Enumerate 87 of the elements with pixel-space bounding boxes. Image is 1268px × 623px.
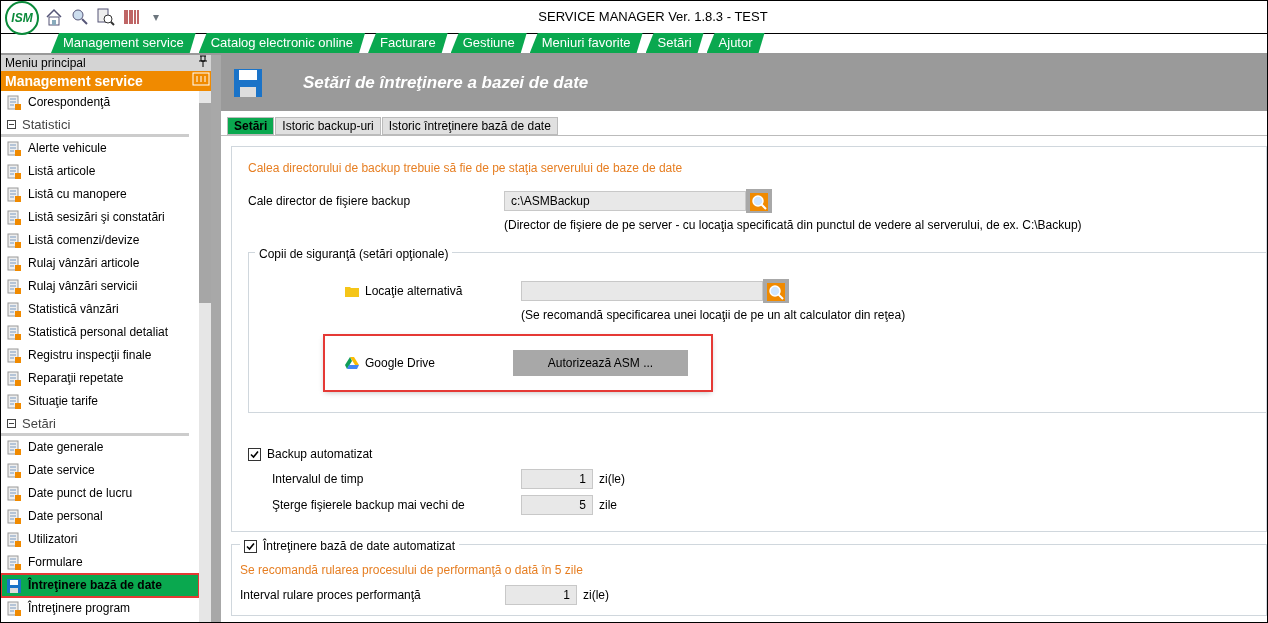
magnifier-icon <box>766 282 786 302</box>
checkbox-label: Backup automatizat <box>267 446 373 463</box>
sidebar-item[interactable]: Statistică vânzări <box>1 298 199 321</box>
section-label: Statistici <box>22 115 71 134</box>
folder-icon <box>345 285 359 297</box>
document-search-icon[interactable] <box>97 8 115 26</box>
logo: ISM <box>5 1 39 35</box>
sidebar-item[interactable]: Utilizatori <box>1 528 199 551</box>
checkbox-label: Întreţinere bază de date automatizat <box>263 537 456 555</box>
number-field[interactable]: 1 <box>505 585 577 605</box>
number-field[interactable]: 1 <box>521 469 593 489</box>
toolbar-overflow-button[interactable]: ▾ <box>153 8 159 26</box>
report-icon <box>6 600 22 617</box>
report-icon <box>6 232 22 249</box>
sidebar-item[interactable]: Rulaj vânzări servicii <box>1 275 199 298</box>
collapse-icon[interactable] <box>7 119 16 129</box>
warning-text: Calea directorului de backup trebuie să fie de pe staţia serverului de baze de date <box>248 160 684 177</box>
sidebar-item[interactable]: Listă comenzi/devize <box>1 229 199 252</box>
magnifier-icon <box>749 192 769 212</box>
report-icon <box>6 508 22 525</box>
menu-tile-icon <box>191 71 211 87</box>
panel-title: Meniu principal <box>5 55 86 71</box>
report-icon <box>6 439 22 456</box>
sidebar-item[interactable]: Situaţie tarife <box>1 390 199 413</box>
tab[interactable]: Istoric întreţinere bază de date <box>381 117 558 135</box>
text-field[interactable]: c:\ASMBackup <box>504 191 746 211</box>
sidebar-item[interactable]: Reparaţii repetate <box>1 367 199 390</box>
field-label: Locaţie alternativă <box>365 283 463 300</box>
sidebar-item[interactable]: Alerte vehicule <box>1 137 199 160</box>
sidebar-item[interactable]: Date punct de lucru <box>1 482 199 505</box>
sidebar-item[interactable]: Listă articole <box>1 160 199 183</box>
sidebar-item[interactable]: Întreţinere bază de date <box>1 574 199 597</box>
text-field[interactable] <box>521 281 763 301</box>
warning-text: Se recomandă rularea procesului de performanţă o dată în 5 zile <box>240 562 584 579</box>
report-icon <box>6 554 22 571</box>
scrollbar[interactable] <box>199 91 211 622</box>
checkbox[interactable] <box>244 539 257 553</box>
sidebar-item[interactable]: Statistică personal detaliat <box>1 321 199 344</box>
drive-icon <box>345 357 359 369</box>
sidebar-item[interactable]: Registru inspecţii finale <box>1 344 199 367</box>
report-icon <box>6 324 22 341</box>
report-icon <box>6 485 22 502</box>
unit-label: zi(le) <box>599 471 625 488</box>
window-title: SERVICE MANAGER Ver. 1.8.3 - TEST <box>537 8 769 27</box>
field-label: Intervalul de timp <box>272 471 365 488</box>
report-icon <box>6 531 22 548</box>
field-label: Cale director de fişiere backup <box>248 193 411 210</box>
report-icon <box>6 163 22 180</box>
number-field[interactable]: 5 <box>521 495 593 515</box>
sidebar-item[interactable]: Listă cu manopere <box>1 183 199 206</box>
page-title: Setări de întreţinere a bazei de date <box>303 72 589 95</box>
sidebar-item[interactable]: Întreţinere program <box>1 597 199 620</box>
hint-text: (Director de fişiere de pe server - cu locaţia specificată din punctul de vedere al serverului, de ex. C:\Backup) <box>504 217 1083 234</box>
pin-icon[interactable] <box>199 55 207 67</box>
report-icon <box>6 140 22 157</box>
report-icon <box>6 347 22 364</box>
report-icon <box>6 94 22 111</box>
tab[interactable]: Setări <box>227 117 275 135</box>
sidebar-item[interactable]: Formulare <box>1 551 199 574</box>
sidebar-item[interactable]: Listă sesizări şi constatări <box>1 206 199 229</box>
field-label: Google Drive <box>365 355 436 372</box>
authorize-button[interactable]: Autorizează ASM ... <box>513 350 688 376</box>
field-label: Interval rulare proces performanţă <box>240 587 422 604</box>
report-icon <box>6 462 22 479</box>
report-icon <box>6 186 22 203</box>
sidebar-item[interactable]: Corespondenţă <box>1 91 199 114</box>
report-icon <box>6 370 22 387</box>
barcode-icon[interactable] <box>123 8 141 26</box>
sidebar-item[interactable]: Rulaj vânzări articole <box>1 252 199 275</box>
tab[interactable]: Istoric backup-uri <box>275 117 381 135</box>
sidebar-item[interactable]: Date personal <box>1 505 199 528</box>
report-icon <box>6 278 22 295</box>
report-icon <box>6 393 22 410</box>
report-icon <box>6 255 22 272</box>
report-icon <box>6 209 22 226</box>
field-label: Şterge fişierele backup mai vechi de <box>272 497 466 514</box>
hint-text: (Se recomandă specificarea unei locaţii de pe un alt calculator din reţea) <box>521 307 907 324</box>
unit-label: zile <box>599 497 617 514</box>
section-label: Setări <box>22 414 56 433</box>
sidebar-item[interactable]: Date service <box>1 459 199 482</box>
sidebar-item[interactable]: Date generale <box>1 436 199 459</box>
home-icon[interactable] <box>45 8 63 26</box>
unit-label: zi(le) <box>583 587 609 604</box>
report-icon <box>6 301 22 318</box>
search-icon[interactable] <box>71 8 89 26</box>
checkbox[interactable] <box>248 447 261 461</box>
collapse-icon[interactable] <box>7 418 16 428</box>
